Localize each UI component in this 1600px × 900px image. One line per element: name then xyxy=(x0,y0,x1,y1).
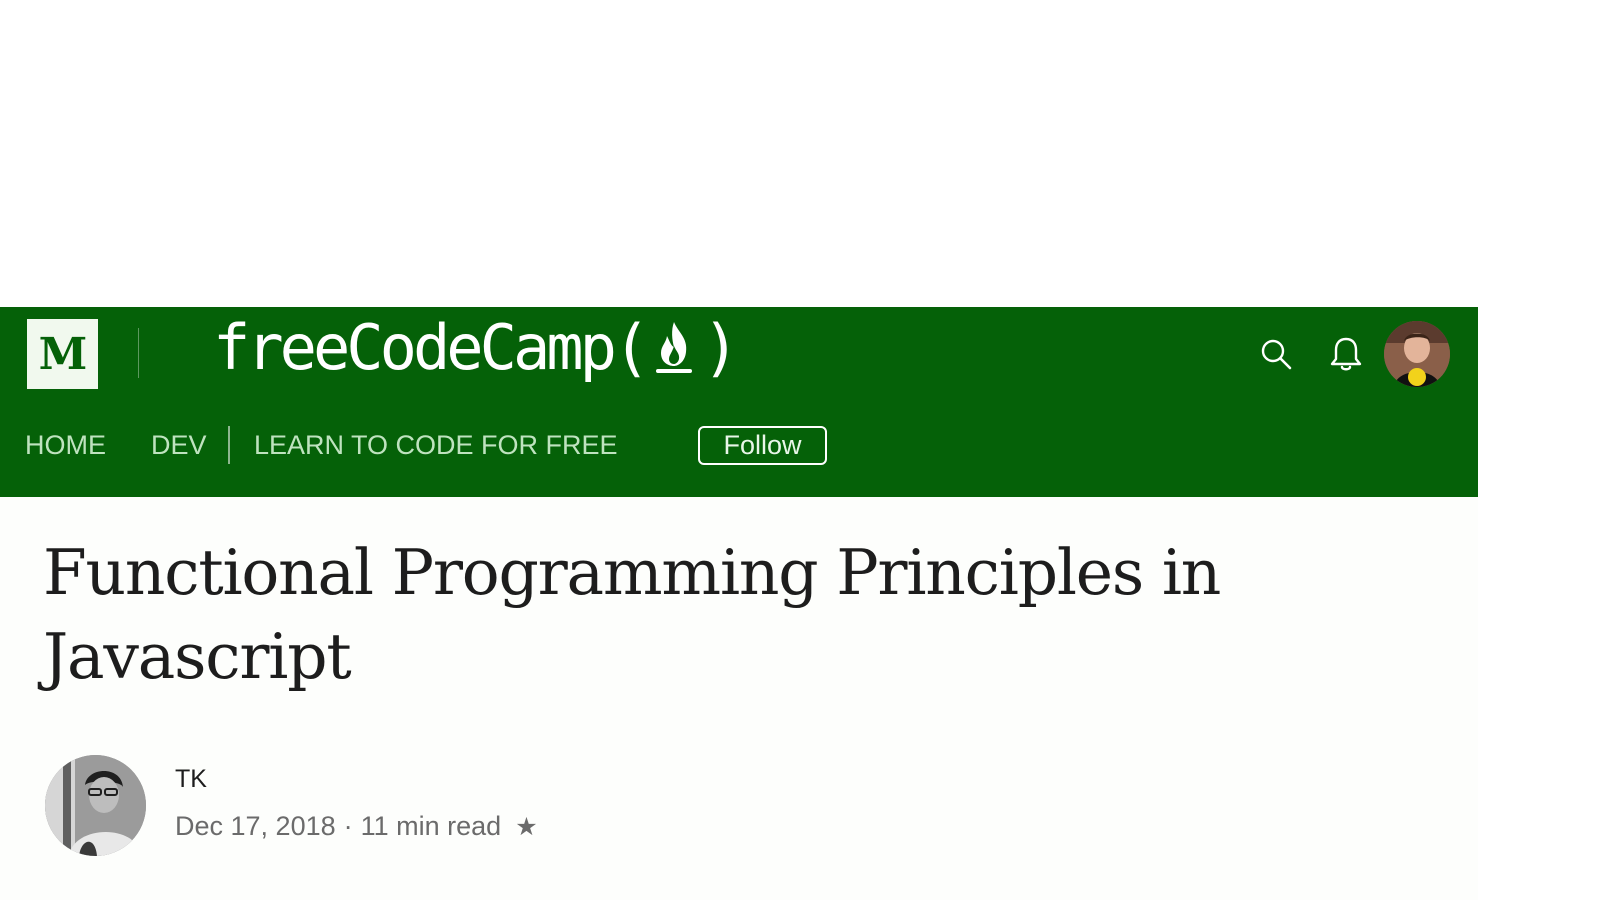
brand-close-paren: ) xyxy=(702,310,739,384)
user-avatar[interactable] xyxy=(1384,321,1450,387)
read-time: 11 min read xyxy=(360,811,502,841)
freecodecamp-logo[interactable]: freeCodeCamp ( ) xyxy=(213,310,740,384)
nav-item-dev[interactable]: DEV xyxy=(151,417,207,473)
nav-item-learn-to-code[interactable]: LEARN TO CODE FOR FREE xyxy=(254,417,618,473)
search-button[interactable] xyxy=(1257,335,1295,373)
nav-divider xyxy=(228,426,230,464)
fire-icon xyxy=(656,322,693,373)
logo-divider xyxy=(138,328,139,378)
publish-date: Dec 17, 2018 xyxy=(175,811,336,841)
brand-open-paren: ( xyxy=(612,310,650,384)
article-meta: Dec 17, 2018 · 11 min read ★ xyxy=(175,811,538,842)
meta-separator: · xyxy=(343,811,353,841)
author-avatar-image xyxy=(45,755,146,856)
author-name[interactable]: TK xyxy=(175,765,207,794)
notifications-button[interactable] xyxy=(1327,335,1365,373)
article-title: Functional Programming Principles in Jav… xyxy=(43,536,1221,693)
bell-icon xyxy=(1330,337,1362,371)
article: Functional Programming Principles in Jav… xyxy=(0,497,1478,900)
search-icon xyxy=(1261,339,1292,370)
follow-button[interactable]: Follow xyxy=(698,426,827,465)
author-avatar[interactable] xyxy=(45,755,146,856)
medium-logo-letter: M xyxy=(38,328,88,380)
publication-nav: HOME DEV LEARN TO CODE FOR FREE Follow xyxy=(0,417,1478,473)
top-blank-area xyxy=(0,0,1600,307)
page: M freeCodeCamp ( ) HOME DEV LEARN TO COD… xyxy=(0,0,1600,900)
star-icon: ★ xyxy=(515,813,538,841)
medium-logo[interactable]: M xyxy=(27,319,98,389)
header-actions xyxy=(1178,307,1478,401)
nav-item-home[interactable]: HOME xyxy=(25,417,106,473)
user-avatar-image xyxy=(1384,321,1450,387)
brand-name: freeCodeCamp xyxy=(213,310,617,384)
publication-header: M freeCodeCamp ( ) HOME DEV LEARN TO COD… xyxy=(0,307,1478,497)
